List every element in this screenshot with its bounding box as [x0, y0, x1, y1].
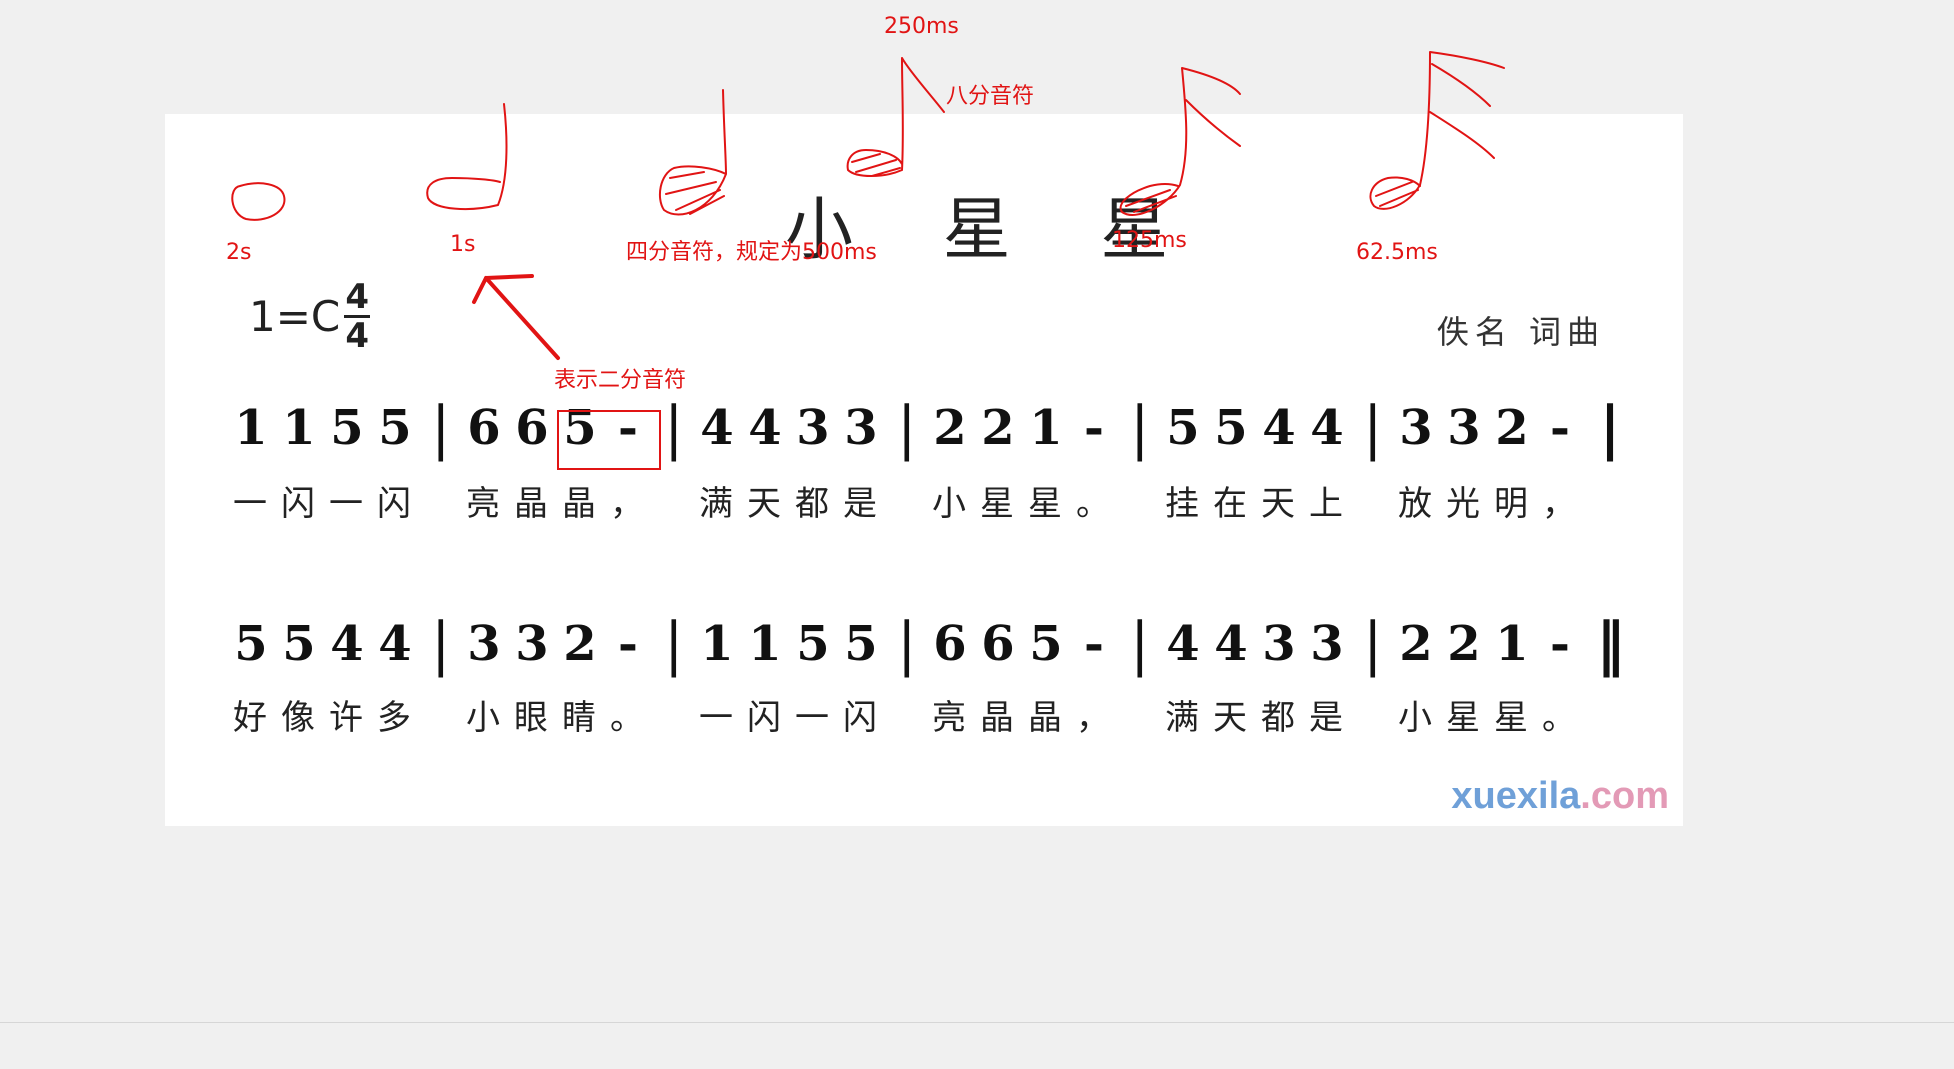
annotation-half-note: 1s	[450, 232, 476, 257]
half-note-highlight-box	[557, 410, 661, 470]
quarter-note-drawing	[658, 89, 727, 216]
half-note-drawing	[426, 103, 508, 210]
thirty-second-note-drawing	[1369, 51, 1505, 210]
arrow-icon	[472, 274, 560, 360]
annotation-thirty-second: 62.5ms	[1356, 240, 1438, 265]
annotation-arrow-label: 表示二分音符	[554, 368, 687, 393]
annotation-quarter-note: 四分音符，规定为500ms	[626, 240, 877, 265]
annotation-eighth-duration: 250ms	[884, 14, 959, 39]
bottom-bar	[0, 1022, 1954, 1069]
annotation-drawings	[231, 51, 1505, 360]
eighth-note-drawing	[846, 57, 945, 177]
annotation-whole-note: 2s	[226, 240, 252, 265]
sixteenth-note-drawing	[1119, 67, 1241, 216]
annotation-sixteenth: 125ms	[1112, 228, 1187, 253]
whole-note-drawing	[231, 182, 286, 221]
annotation-eighth-name: 八分音符	[946, 84, 1035, 109]
